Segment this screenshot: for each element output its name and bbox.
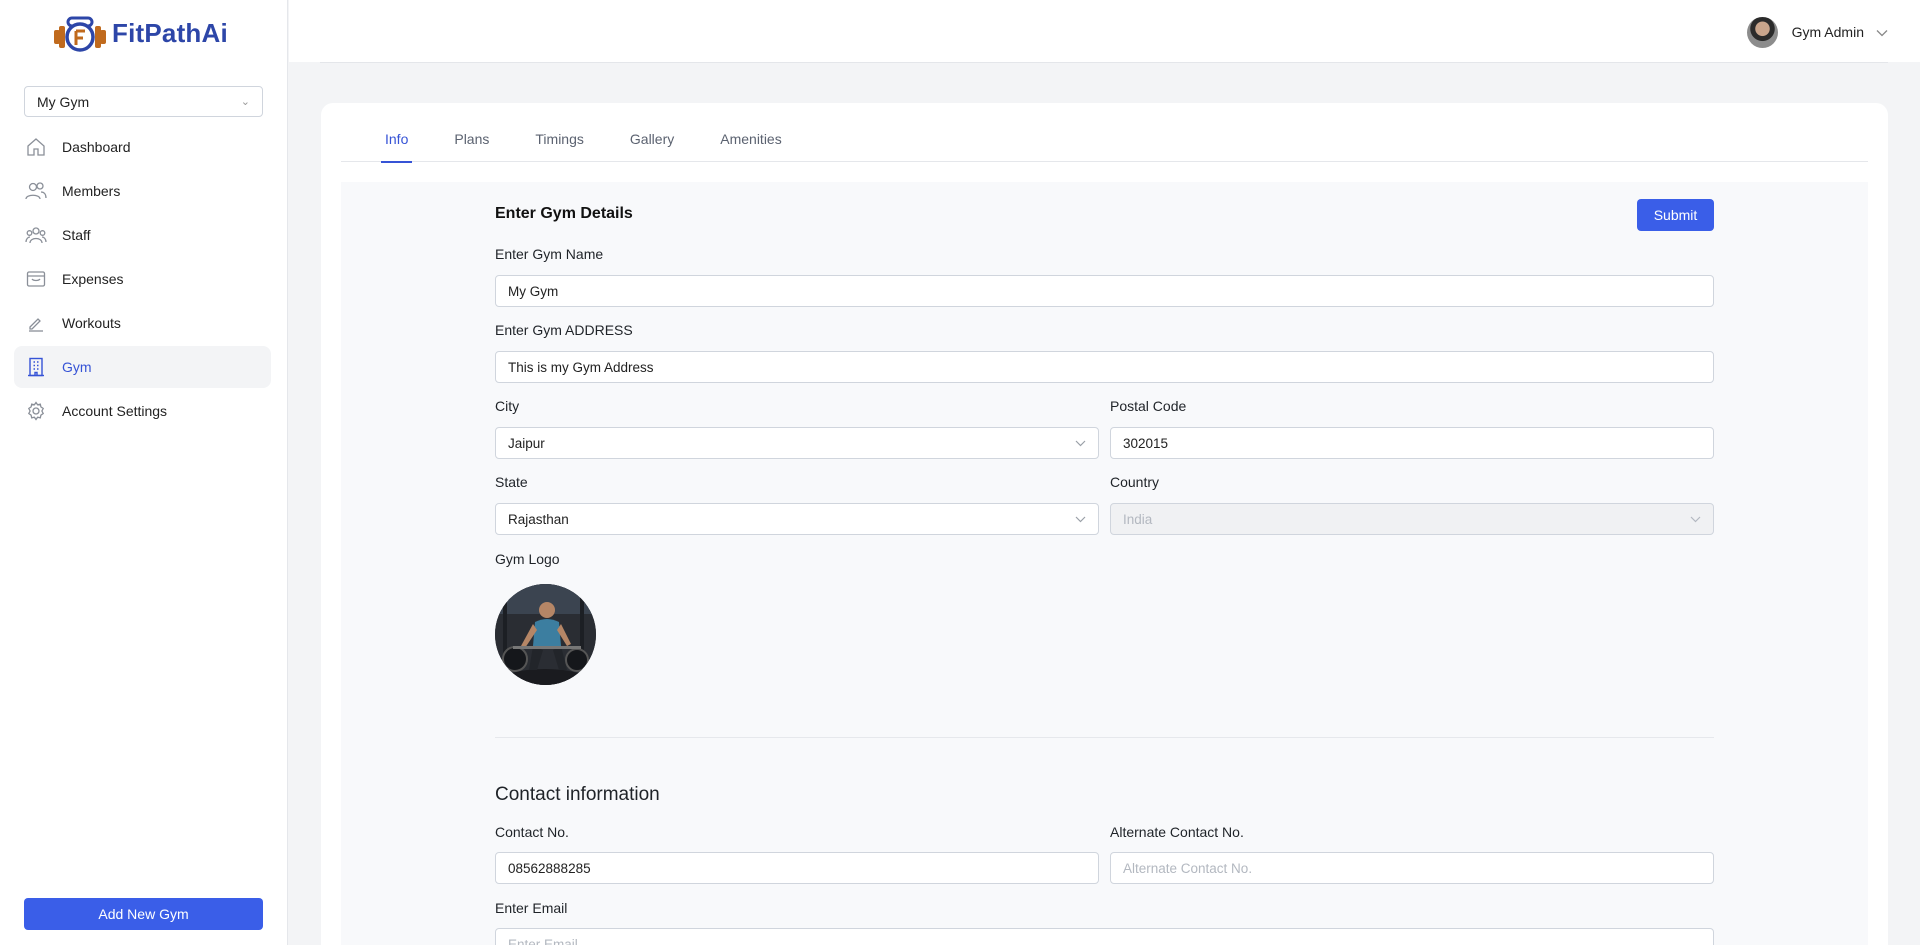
city-value: Jaipur — [508, 435, 545, 451]
postal-code-value: 302015 — [1123, 435, 1169, 451]
contact-section-title: Contact information — [495, 784, 660, 805]
staff-icon — [25, 224, 47, 246]
sidebar-item-label: Gym — [62, 359, 92, 375]
contact-no-value: 08562888285 — [508, 860, 591, 876]
sidebar-nav: Dashboard Members Staff Expenses Workout… — [14, 126, 271, 434]
sidebar-item-label: Dashboard — [62, 139, 131, 155]
alt-contact-no-input[interactable]: Alternate Contact No. — [1110, 852, 1714, 884]
sidebar-item-label: Account Settings — [62, 403, 168, 419]
sidebar-item-label: Expenses — [62, 271, 124, 287]
gym-name-value: My Gym — [508, 283, 559, 299]
tab-amenities[interactable]: Amenities — [716, 116, 785, 162]
state-label: State — [495, 474, 528, 490]
gym-selector[interactable]: My Gym ⌄ — [24, 86, 263, 117]
chevron-down-icon — [1690, 512, 1701, 526]
gym-name-input[interactable]: My Gym — [495, 275, 1714, 307]
sidebar-item-account-settings[interactable]: Account Settings — [14, 390, 271, 432]
tab-info[interactable]: Info — [381, 116, 413, 163]
gym-selector-value: My Gym — [37, 93, 90, 110]
state-select[interactable]: Rajasthan — [495, 503, 1099, 535]
sidebar: FitPathAi My Gym ⌄ Dashboard Members Sta… — [0, 0, 288, 945]
avatar — [1746, 16, 1778, 48]
sidebar-item-label: Workouts — [62, 315, 121, 331]
gym-address-label: Enter Gym ADDRESS — [495, 322, 633, 338]
gear-icon — [25, 400, 47, 422]
city-label: City — [495, 398, 520, 414]
country-label: Country — [1110, 474, 1160, 490]
submit-button[interactable]: Submit — [1637, 199, 1714, 231]
postal-code-label: Postal Code — [1110, 398, 1187, 414]
contact-no-input[interactable]: 08562888285 — [495, 852, 1099, 884]
building-icon — [25, 356, 47, 378]
email-label: Enter Email — [495, 900, 568, 916]
email-field[interactable]: Enter Email — [495, 928, 1714, 945]
chevron-down-icon — [1075, 436, 1086, 450]
gym-address-input[interactable]: This is my Gym Address — [495, 351, 1714, 383]
gym-address-value: This is my Gym Address — [508, 359, 654, 375]
gym-logo-image[interactable] — [495, 584, 596, 685]
chevron-down-icon: ⌄ — [240, 96, 250, 108]
country-value: India — [1123, 511, 1153, 527]
contact-no-label: Contact No. — [495, 824, 569, 840]
sidebar-item-staff[interactable]: Staff — [14, 214, 271, 256]
kettlebell-logo-icon — [52, 12, 108, 54]
postal-code-input[interactable]: 302015 — [1110, 427, 1714, 459]
sidebar-item-gym[interactable]: Gym — [14, 346, 271, 388]
home-icon — [25, 136, 47, 158]
tab-timings[interactable]: Timings — [531, 116, 588, 162]
email-placeholder: Enter Email — [508, 936, 578, 945]
sidebar-item-label: Staff — [62, 227, 91, 243]
top-header: Gym Admin — [289, 0, 1920, 62]
app-logo[interactable]: FitPathAi — [52, 12, 228, 54]
country-select: India — [1110, 503, 1714, 535]
tab-plans[interactable]: Plans — [450, 116, 493, 162]
header-divider — [320, 62, 1888, 63]
wallet-icon — [25, 268, 47, 290]
alt-contact-no-label: Alternate Contact No. — [1110, 824, 1244, 840]
sidebar-item-workouts[interactable]: Workouts — [14, 302, 271, 344]
sidebar-item-label: Members — [62, 183, 121, 199]
sidebar-item-members[interactable]: Members — [14, 170, 271, 212]
users-icon — [25, 180, 47, 202]
pencil-icon — [25, 312, 47, 334]
city-select[interactable]: Jaipur — [495, 427, 1099, 459]
gym-name-label: Enter Gym Name — [495, 246, 604, 262]
app-name: FitPathAi — [112, 17, 228, 48]
sidebar-item-dashboard[interactable]: Dashboard — [14, 126, 271, 168]
alt-contact-no-placeholder: Alternate Contact No. — [1123, 860, 1253, 876]
add-new-gym-button[interactable]: Add New Gym — [24, 898, 263, 930]
section-divider — [495, 737, 1714, 738]
gym-logo-label: Gym Logo — [495, 551, 560, 567]
chevron-down-icon — [1075, 512, 1086, 526]
tab-bar: Info Plans Timings Gallery Amenities — [341, 116, 1868, 163]
user-menu[interactable]: Gym Admin — [1746, 16, 1888, 48]
form-title: Enter Gym Details — [495, 205, 633, 222]
sidebar-item-expenses[interactable]: Expenses — [14, 258, 271, 300]
user-name: Gym Admin — [1791, 24, 1864, 40]
tab-gallery[interactable]: Gallery — [626, 116, 678, 162]
state-value: Rajasthan — [508, 511, 569, 527]
chevron-down-icon — [1876, 24, 1888, 40]
